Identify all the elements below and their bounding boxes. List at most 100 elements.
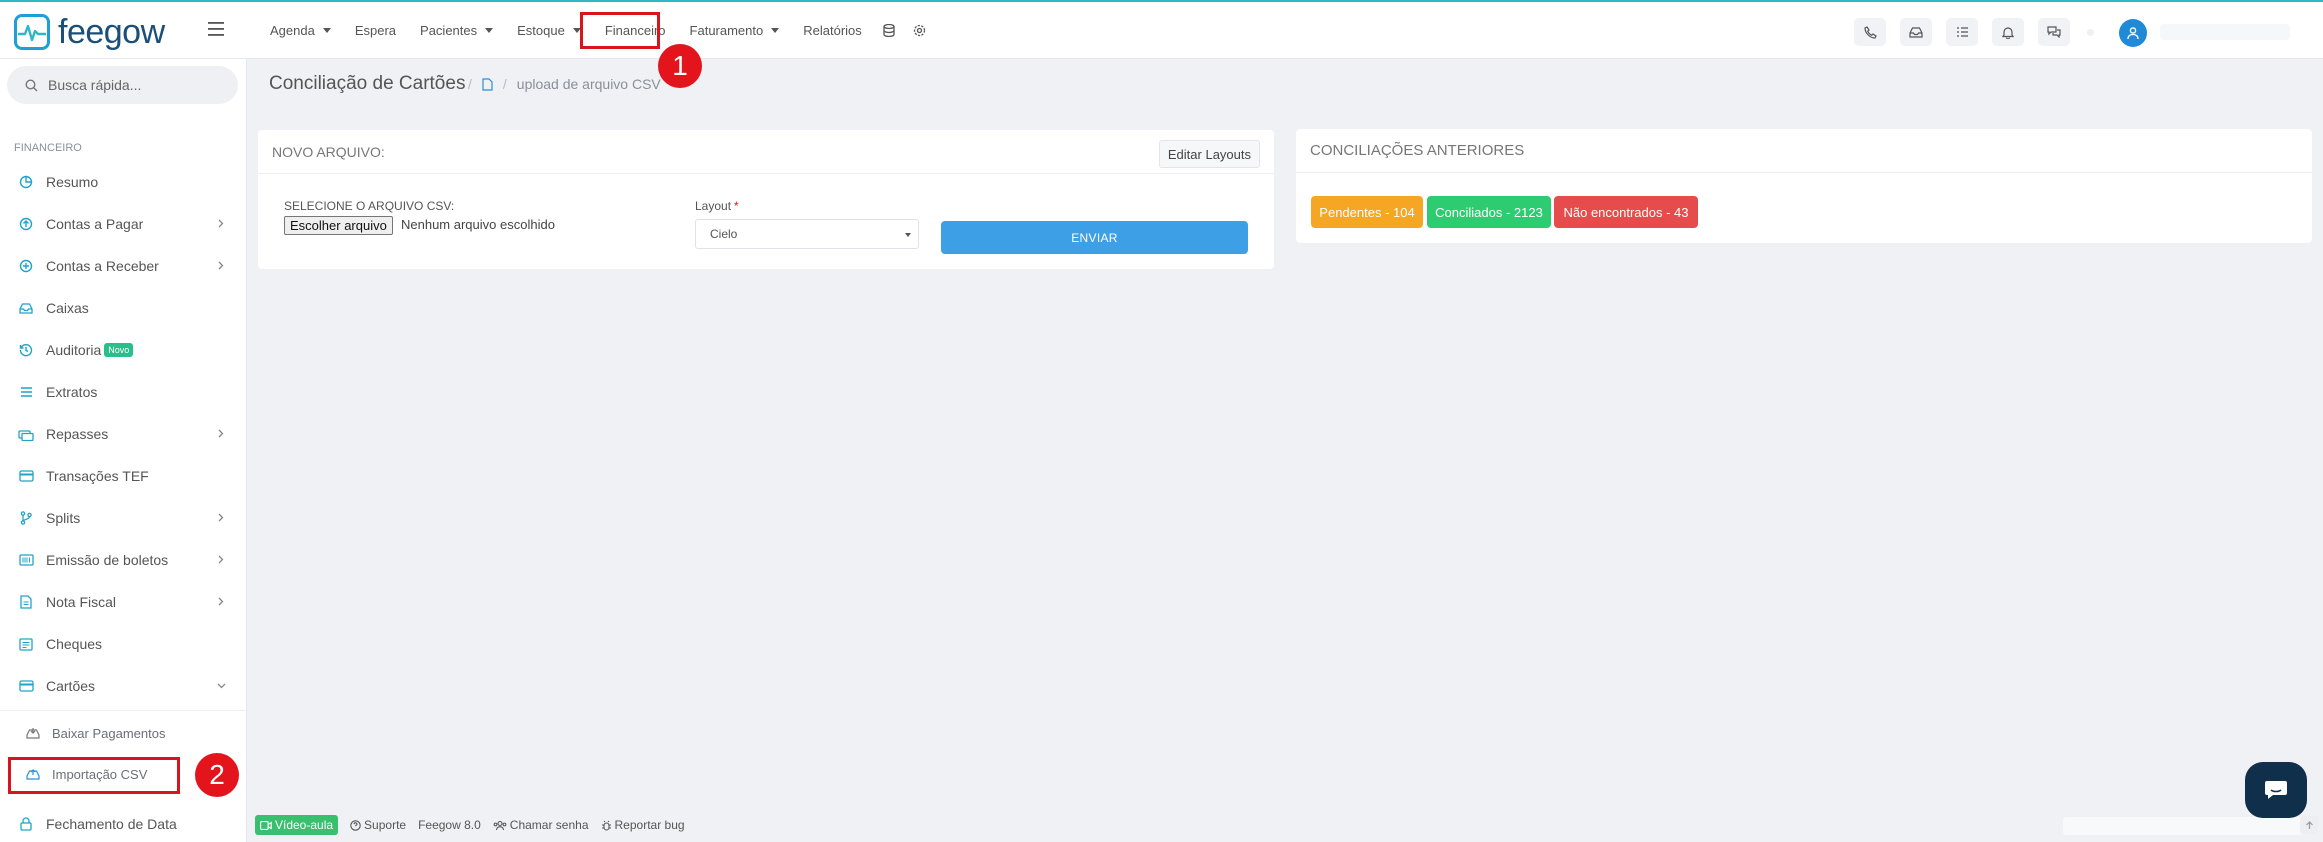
caret-down-icon bbox=[322, 28, 331, 33]
reconciled-badge[interactable]: Conciliados - 2123 bbox=[1427, 196, 1551, 228]
gear-icon[interactable] bbox=[904, 2, 935, 59]
nav-pacientes[interactable]: Pacientes bbox=[408, 2, 505, 59]
credit-card-icon bbox=[18, 678, 34, 694]
inbox-icon[interactable] bbox=[1900, 18, 1932, 46]
sidebar-subitem-baixar-pagamentos[interactable]: Baixar Pagamentos bbox=[0, 717, 246, 749]
previous-reconciliations-title: CONCILIAÇÕES ANTERIORES bbox=[1310, 142, 1525, 159]
video-icon bbox=[260, 820, 272, 830]
chat-bubble-icon bbox=[2265, 781, 2287, 799]
submenu-divider bbox=[0, 710, 246, 711]
logo[interactable]: feegow bbox=[14, 14, 165, 50]
layout-label: Layout * bbox=[695, 199, 739, 213]
top-accent-line bbox=[0, 0, 2323, 2]
credit-card-icon bbox=[18, 468, 34, 484]
sidebar-item-cartoes[interactable]: Cartões bbox=[0, 669, 246, 703]
caret-down-icon bbox=[771, 28, 780, 33]
nav-relatorios[interactable]: Relatórios bbox=[791, 2, 874, 59]
sidebar-item-label: Resumo bbox=[46, 174, 99, 190]
checklist-icon[interactable] bbox=[1946, 18, 1978, 46]
sidebar-item-nota-fiscal[interactable]: Nota Fiscal bbox=[0, 585, 246, 619]
arrow-up-circle-icon bbox=[18, 216, 34, 232]
support-label: Suporte bbox=[364, 818, 407, 832]
sidebar-item-resumo[interactable]: Resumo bbox=[0, 165, 246, 199]
sidebar-item-fechamento-de-data[interactable]: Fechamento de Data bbox=[0, 807, 246, 841]
quick-search[interactable] bbox=[7, 66, 238, 104]
phone-icon[interactable] bbox=[1854, 18, 1886, 46]
search-input[interactable] bbox=[48, 77, 228, 93]
breadcrumb-separator: / bbox=[502, 76, 507, 92]
report-bug-label: Reportar bug bbox=[614, 818, 685, 832]
chevron-right-icon bbox=[218, 555, 224, 564]
user-avatar[interactable] bbox=[2119, 19, 2147, 47]
sidebar-item-contas-a-receber[interactable]: Contas a Receber bbox=[0, 249, 246, 283]
layout-select[interactable]: Cielo bbox=[695, 219, 919, 249]
breadcrumb-current: upload de arquivo CSV bbox=[516, 76, 661, 92]
chat-icon[interactable] bbox=[2038, 18, 2070, 46]
lock-icon bbox=[18, 816, 34, 832]
chat-launcher-button[interactable] bbox=[2245, 762, 2307, 818]
nav-agenda[interactable]: Agenda bbox=[258, 2, 343, 59]
sidebar-item-emissao-de-boletos[interactable]: Emissão de boletos bbox=[0, 543, 246, 577]
sidebar-item-label: Caixas bbox=[46, 300, 89, 316]
sidebar-subitem-label: Baixar Pagamentos bbox=[52, 725, 166, 741]
cheque-icon bbox=[18, 636, 34, 652]
file-icon[interactable] bbox=[482, 77, 493, 91]
sidebar-item-label: Repasses bbox=[46, 426, 109, 442]
support-link[interactable]: Suporte bbox=[350, 818, 406, 832]
not-found-badge[interactable]: Não encontrados - 43 bbox=[1554, 196, 1698, 228]
money-stack-icon bbox=[18, 426, 34, 442]
sidebar-item-caixas[interactable]: Caixas bbox=[0, 291, 246, 325]
sidebar-item-cheques[interactable]: Cheques bbox=[0, 627, 246, 661]
new-file-panel-header: NOVO ARQUIVO: Editar Layouts bbox=[258, 130, 1274, 174]
footer-bar: Vídeo-aula Suporte Feegow 8.0 Chamar sen… bbox=[255, 815, 685, 835]
top-right-toolbar bbox=[1854, 18, 2070, 46]
sidebar-item-splits[interactable]: Splits bbox=[0, 501, 246, 535]
sidebar-item-label: Transações TEF bbox=[46, 468, 149, 484]
sidebar-item-extratos[interactable]: Extratos bbox=[0, 375, 246, 409]
chevron-right-icon bbox=[218, 597, 224, 606]
sidebar-item-label: Contas a Receber bbox=[46, 258, 159, 274]
database-icon[interactable] bbox=[874, 2, 904, 59]
send-button[interactable]: ENVIAR bbox=[941, 221, 1248, 254]
scroll-to-top-button[interactable] bbox=[2300, 816, 2318, 834]
topbar: feegow Agenda Espera Pacientes Estoque F… bbox=[0, 2, 2323, 59]
caret-down-icon bbox=[905, 233, 911, 237]
layout-label-text: Layout bbox=[695, 199, 732, 213]
breadcrumb: / / upload de arquivo CSV bbox=[468, 76, 661, 92]
history-icon bbox=[18, 342, 34, 358]
sidebar-item-transacoes-tef[interactable]: Transações TEF bbox=[0, 459, 246, 493]
report-bug-link[interactable]: Reportar bug bbox=[601, 818, 685, 832]
highlight-box-importacao-csv bbox=[8, 757, 180, 794]
sidebar-section-title: FINANCEIRO bbox=[14, 142, 82, 154]
sidebar-item-repasses[interactable]: Repasses bbox=[0, 417, 246, 451]
sidebar-item-auditoria[interactable]: Auditoria Novo bbox=[0, 333, 246, 367]
search-icon bbox=[25, 78, 38, 91]
arrow-up-icon bbox=[2305, 820, 2313, 829]
new-file-panel-title: NOVO ARQUIVO: bbox=[272, 143, 385, 160]
edit-layouts-button[interactable]: Editar Layouts bbox=[1158, 140, 1260, 168]
sidebar-item-label: Contas a Pagar bbox=[46, 216, 144, 232]
list-icon bbox=[18, 384, 34, 400]
highlight-box-financeiro bbox=[580, 12, 660, 49]
logo-mark-icon bbox=[14, 14, 50, 50]
video-lesson-button[interactable]: Vídeo-aula bbox=[255, 815, 339, 835]
required-marker: * bbox=[734, 199, 739, 213]
nav-espera[interactable]: Espera bbox=[343, 2, 408, 59]
version-text: Feegow 8.0 bbox=[418, 818, 481, 832]
status-dot bbox=[2087, 29, 2094, 36]
nav-agenda-label: Agenda bbox=[270, 23, 315, 38]
choose-file-button[interactable]: Escolher arquivo bbox=[284, 216, 393, 235]
chevron-right-icon bbox=[218, 219, 224, 228]
pending-badge[interactable]: Pendentes - 104 bbox=[1311, 196, 1423, 228]
users-icon bbox=[493, 820, 507, 830]
document-icon bbox=[18, 594, 34, 610]
bell-icon[interactable] bbox=[1992, 18, 2024, 46]
sidebar-item-label: Splits bbox=[46, 510, 81, 526]
hamburger-menu-icon[interactable] bbox=[208, 22, 224, 36]
sidebar-item-label: Fechamento de Data bbox=[46, 816, 177, 832]
call-password-link[interactable]: Chamar senha bbox=[493, 818, 589, 832]
sidebar-item-label: Cartões bbox=[46, 678, 96, 694]
pie-chart-icon bbox=[18, 174, 34, 190]
sidebar-item-label: Extratos bbox=[46, 384, 98, 400]
sidebar-item-contas-a-pagar[interactable]: Contas a Pagar bbox=[0, 207, 246, 241]
